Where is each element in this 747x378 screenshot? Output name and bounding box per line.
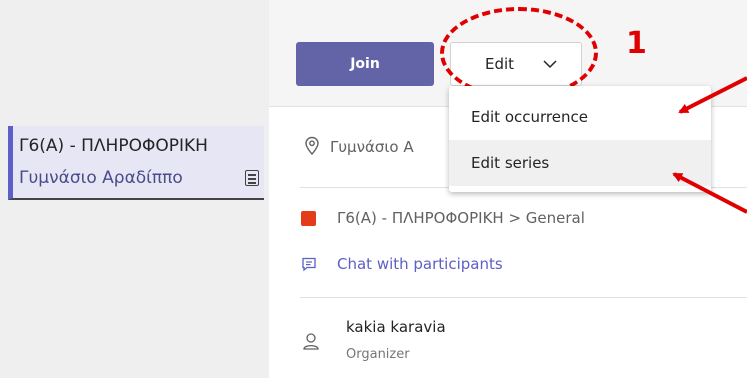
annotation-arrows <box>672 76 747 214</box>
callout-arrow <box>678 76 747 114</box>
callout-arrow <box>672 172 747 214</box>
